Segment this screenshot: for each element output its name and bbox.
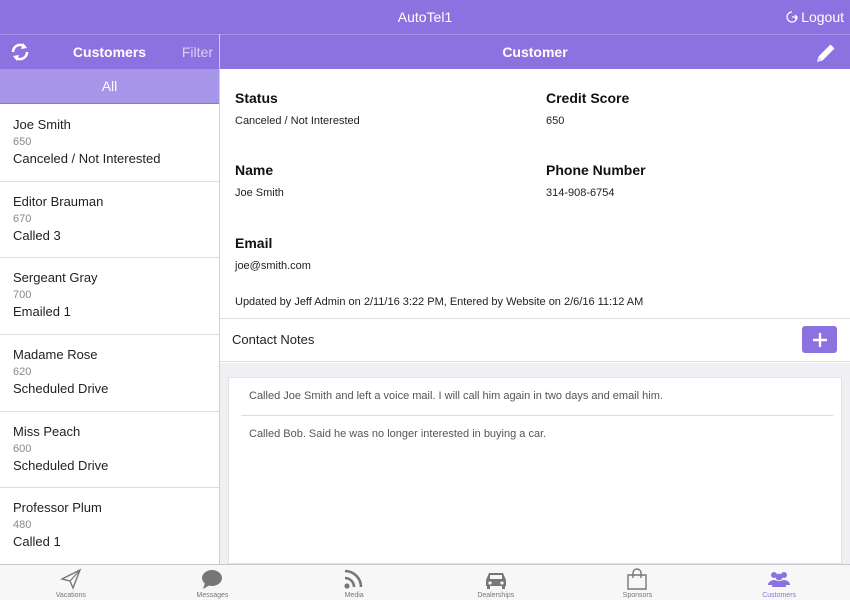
chat-bubble-icon [202, 570, 223, 589]
tab-label: Media [344, 592, 364, 599]
tab-sponsors[interactable]: Sponsors [577, 565, 697, 600]
logout-label: Logout [801, 9, 844, 25]
add-note-button[interactable] [802, 326, 837, 353]
tab-label: Customers [762, 592, 797, 599]
customer-name: Editor Brauman [13, 193, 104, 209]
phone-field: Phone Number 314-908-6754 [546, 162, 646, 199]
list-item[interactable]: Called Joe Smith and left a voice mail. … [241, 378, 833, 416]
list-item[interactable]: Madame Rose 620 Scheduled Drive [0, 335, 219, 412]
name-label: Name [235, 162, 274, 178]
customer-name: Madame Rose [13, 347, 98, 363]
name-field: Name Joe Smith [235, 162, 284, 199]
list-item[interactable]: Editor Brauman 670 Called 3 [0, 182, 219, 259]
customer-status: Canceled / Not Interested [13, 151, 161, 166]
customer-status: Scheduled Drive [13, 381, 109, 397]
phone-value: 314-908-6754 [546, 187, 615, 199]
customer-status: Called 1 [13, 534, 61, 550]
list-item[interactable]: Joe Smith 650 Canceled / Not Interested [0, 105, 219, 182]
car-icon [485, 573, 506, 589]
bottom-tab-bar: Vacations Messages Media Dealerships Spo… [0, 564, 850, 600]
customers-header: Customers Filter [0, 34, 219, 69]
list-item[interactable]: Miss Peach 600 Scheduled Drive [0, 412, 219, 489]
credit-value: 650 [546, 115, 565, 127]
customer-detail-header: Customer [220, 34, 850, 69]
customer-detail: Status Canceled / Not Interested Credit … [220, 69, 850, 564]
customer-name: Professor Plum [13, 500, 102, 516]
tab-label: Messages [196, 592, 229, 599]
tab-label: Sponsors [622, 592, 653, 599]
app-header: AutoTel1 Logout [0, 0, 850, 34]
status-label: Status [235, 90, 278, 106]
list-item[interactable]: Called Bob. Said he was no longer intere… [241, 416, 833, 453]
customer-credit: 700 [13, 289, 32, 302]
shopping-bag-icon [627, 568, 648, 590]
tab-media[interactable]: Media [294, 565, 414, 600]
updated-info: Updated by Jeff Admin on 2/11/16 3:22 PM… [235, 296, 644, 308]
edit-icon[interactable] [814, 41, 838, 65]
phone-label: Phone Number [546, 162, 646, 178]
tab-dealerships[interactable]: Dealerships [436, 565, 556, 600]
status-value: Canceled / Not Interested [235, 115, 360, 127]
customer-status: Emailed 1 [13, 304, 71, 320]
app-title: AutoTel1 [397, 9, 453, 25]
list-item[interactable]: Sergeant Gray 700 Emailed 1 [0, 258, 219, 336]
list-item[interactable]: Professor Plum 480 Called 1 [0, 488, 219, 564]
logout-button[interactable]: Logout [786, 0, 844, 34]
paper-plane-icon [59, 568, 82, 590]
customer-detail-title: Customer [502, 44, 568, 60]
customer-status: Called 3 [13, 227, 61, 243]
credit-field: Credit Score 650 [546, 90, 629, 127]
credit-label: Credit Score [546, 90, 630, 106]
contact-notes-header: Contact Notes [220, 318, 850, 362]
customer-list: Joe Smith 650 Canceled / Not Interested … [0, 105, 219, 564]
logout-icon [786, 11, 799, 23]
notes-area: Called Joe Smith and left a voice mail. … [220, 363, 850, 564]
tab-customers[interactable]: Customers [719, 565, 839, 600]
tab-messages[interactable]: Messages [152, 565, 272, 600]
tab-label: Dealerships [477, 592, 515, 599]
filter-button[interactable]: Filter [182, 35, 213, 69]
customer-credit: 650 [13, 136, 32, 148]
name-value: Joe Smith [235, 187, 284, 199]
customer-name: Sergeant Gray [13, 270, 98, 286]
email-field: Email joe@smith.com [235, 235, 311, 272]
plus-icon [812, 332, 827, 347]
notes-list: Called Joe Smith and left a voice mail. … [228, 377, 842, 564]
customer-credit: 480 [13, 519, 32, 532]
people-icon [768, 572, 791, 587]
tab-vacations[interactable]: Vacations [11, 565, 131, 600]
customer-name: Miss Peach [13, 423, 81, 439]
all-filter-tab[interactable]: All [0, 69, 219, 104]
email-value: joe@smith.com [235, 260, 311, 272]
contact-notes-title: Contact Notes [232, 332, 315, 347]
customer-credit: 600 [13, 442, 32, 455]
email-label: Email [235, 235, 273, 251]
tab-label: Vacations [55, 592, 86, 599]
customer-credit: 670 [13, 212, 32, 225]
status-field: Status Canceled / Not Interested [235, 90, 360, 127]
customer-status: Scheduled Drive [13, 457, 109, 473]
rss-icon [344, 569, 363, 589]
customer-credit: 620 [13, 366, 32, 379]
customer-name: Joe Smith [13, 117, 71, 132]
